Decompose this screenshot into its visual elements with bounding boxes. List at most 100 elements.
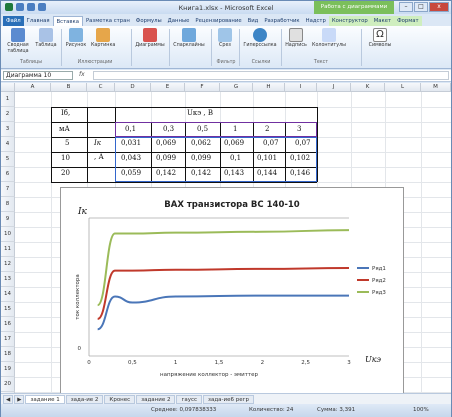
group-links: Ссылки bbox=[251, 60, 271, 65]
pivot-table-button[interactable]: Сводная таблица bbox=[5, 28, 31, 54]
row-header[interactable]: 20 bbox=[1, 377, 15, 392]
tab-file[interactable]: Файл bbox=[3, 16, 24, 26]
column-header[interactable]: E bbox=[151, 83, 185, 92]
hyperlink-button[interactable]: Гиперссылка bbox=[243, 28, 277, 49]
row-header[interactable]: 9 bbox=[1, 212, 15, 227]
row-header[interactable]: 3 bbox=[1, 122, 15, 137]
tab-design[interactable]: Конструктор bbox=[328, 16, 371, 26]
table-button[interactable]: Таблица bbox=[35, 28, 57, 49]
tab-layout[interactable]: Макет bbox=[370, 16, 395, 26]
sheet-tab[interactable]: задание 2 bbox=[136, 394, 176, 404]
row-header[interactable]: 8 bbox=[1, 197, 15, 212]
row-header[interactable]: 14 bbox=[1, 287, 15, 302]
charts-button[interactable]: Диаграммы bbox=[135, 28, 165, 49]
tab-page-layout[interactable]: Разметка стран bbox=[83, 16, 133, 26]
row-header[interactable]: 13 bbox=[1, 272, 15, 287]
column-header[interactable]: K bbox=[351, 83, 385, 92]
column-header[interactable]: A bbox=[15, 83, 51, 92]
slicer-button[interactable]: Срез bbox=[215, 28, 235, 49]
header-footer-button[interactable]: Колонтитулы bbox=[309, 28, 349, 49]
sheet-tab[interactable]: Кронес bbox=[104, 394, 136, 404]
column-header[interactable]: M bbox=[421, 83, 451, 92]
column-header[interactable]: L bbox=[385, 83, 421, 92]
table-border bbox=[317, 107, 318, 182]
sparklines-button[interactable]: Спарклайны bbox=[173, 28, 205, 49]
chart-area[interactable]: ВАХ транзистора ВС 140-10 0 0,5 1 1,5 2 2,5 3 0… bbox=[60, 187, 404, 393]
column-header[interactable]: D bbox=[115, 83, 151, 92]
series-line-1 bbox=[97, 294, 349, 331]
sheet-tab[interactable]: зада-ие6 регр bbox=[203, 394, 254, 404]
column-header[interactable]: B bbox=[51, 83, 87, 92]
legend-label: Ряд1 bbox=[372, 266, 386, 272]
tab-format[interactable]: Формат bbox=[394, 16, 422, 26]
tab-data[interactable]: Данные bbox=[165, 16, 193, 26]
row-header[interactable]: 10 bbox=[1, 227, 15, 242]
row-header[interactable]: 17 bbox=[1, 332, 15, 347]
symbols-button[interactable]: Ω Символы bbox=[367, 28, 393, 49]
select-all-corner[interactable] bbox=[1, 83, 15, 92]
tab-developer[interactable]: Разработчик bbox=[261, 16, 302, 26]
name-box[interactable]: Диаграмма 10 bbox=[3, 71, 73, 80]
ribbon-separator bbox=[131, 29, 132, 66]
next-sheet-button[interactable]: ▶ bbox=[14, 394, 25, 404]
table-border bbox=[87, 107, 88, 182]
fx-button[interactable]: fx bbox=[79, 71, 85, 78]
tab-insert[interactable]: Вставка bbox=[52, 16, 83, 26]
column-header[interactable]: F bbox=[185, 83, 220, 92]
sheet-tab[interactable]: зада-ие 2 bbox=[65, 394, 104, 404]
status-bar: Среднее: 0,097838333 Количество: 24 Сумм… bbox=[1, 404, 451, 417]
x-tick-label: 0,5 bbox=[128, 360, 137, 366]
textbox-button[interactable]: Надпись bbox=[285, 28, 307, 49]
row-header[interactable]: 12 bbox=[1, 257, 15, 272]
column-header[interactable]: I bbox=[285, 83, 317, 92]
header-footer-icon bbox=[322, 28, 336, 42]
zoom-level[interactable]: 100% bbox=[413, 407, 429, 413]
close-button[interactable]: x bbox=[429, 2, 449, 12]
row-header[interactable]: 5 bbox=[1, 152, 15, 167]
row-header[interactable]: 18 bbox=[1, 347, 15, 362]
row-header[interactable]: 11 bbox=[1, 242, 15, 257]
title-bar: Книга1.xlsx - Microsoft Excel Работа с д… bbox=[1, 1, 451, 14]
tab-addins[interactable]: Надстр bbox=[303, 16, 329, 26]
first-sheet-button[interactable]: ◀ bbox=[3, 394, 14, 404]
column-header[interactable]: C bbox=[87, 83, 115, 92]
formula-input[interactable] bbox=[93, 71, 449, 80]
row-header[interactable]: 1 bbox=[1, 92, 15, 107]
tab-view[interactable]: Вид bbox=[245, 16, 262, 26]
tab-review[interactable]: Рецензирование bbox=[192, 16, 244, 26]
worksheet[interactable]: Iб, мА Uкэ , В Iк , А 0,1 0,3 0,5 1 2 3 … bbox=[1, 83, 451, 393]
column-header[interactable]: G bbox=[220, 83, 253, 92]
globe-icon bbox=[253, 28, 267, 42]
ribbon-separator bbox=[281, 29, 282, 66]
ib-value-cell: 10 bbox=[61, 154, 70, 162]
clipart-button[interactable]: Картинка bbox=[91, 28, 115, 49]
textbox-icon bbox=[289, 28, 303, 42]
x-tick-label: 0 bbox=[87, 360, 91, 366]
x-tick-label: 3 bbox=[347, 360, 351, 366]
row-header[interactable]: 2 bbox=[1, 107, 15, 122]
column-header[interactable]: J bbox=[317, 83, 351, 92]
row-header[interactable]: 15 bbox=[1, 302, 15, 317]
picture-button[interactable]: Рисунок bbox=[65, 28, 87, 49]
group-text: Текст bbox=[313, 60, 329, 65]
ma-label: мА bbox=[59, 125, 70, 133]
sheet-tab[interactable]: задание 1 bbox=[25, 394, 65, 404]
row-header[interactable]: 19 bbox=[1, 362, 15, 377]
maximize-button[interactable]: □ bbox=[414, 2, 428, 12]
row-header[interactable]: 16 bbox=[1, 317, 15, 332]
slicer-icon bbox=[218, 28, 232, 42]
y-annotation: Iк bbox=[77, 207, 88, 217]
row-header[interactable]: 6 bbox=[1, 167, 15, 182]
y-tick-label: 0 bbox=[78, 346, 82, 352]
ik-label: Iк bbox=[94, 139, 101, 147]
x-tick-label: 1 bbox=[174, 360, 178, 366]
minimize-button[interactable]: – bbox=[399, 2, 413, 12]
column-header[interactable]: H bbox=[253, 83, 285, 92]
sheet-tab[interactable]: гаусс bbox=[176, 394, 203, 404]
tab-home[interactable]: Главная bbox=[24, 16, 53, 26]
x-annotation: Uкэ bbox=[365, 355, 382, 364]
series-line-2 bbox=[97, 267, 350, 320]
row-header[interactable]: 7 bbox=[1, 182, 15, 197]
row-header[interactable]: 4 bbox=[1, 137, 15, 152]
tab-formulas[interactable]: Формулы bbox=[133, 16, 165, 26]
